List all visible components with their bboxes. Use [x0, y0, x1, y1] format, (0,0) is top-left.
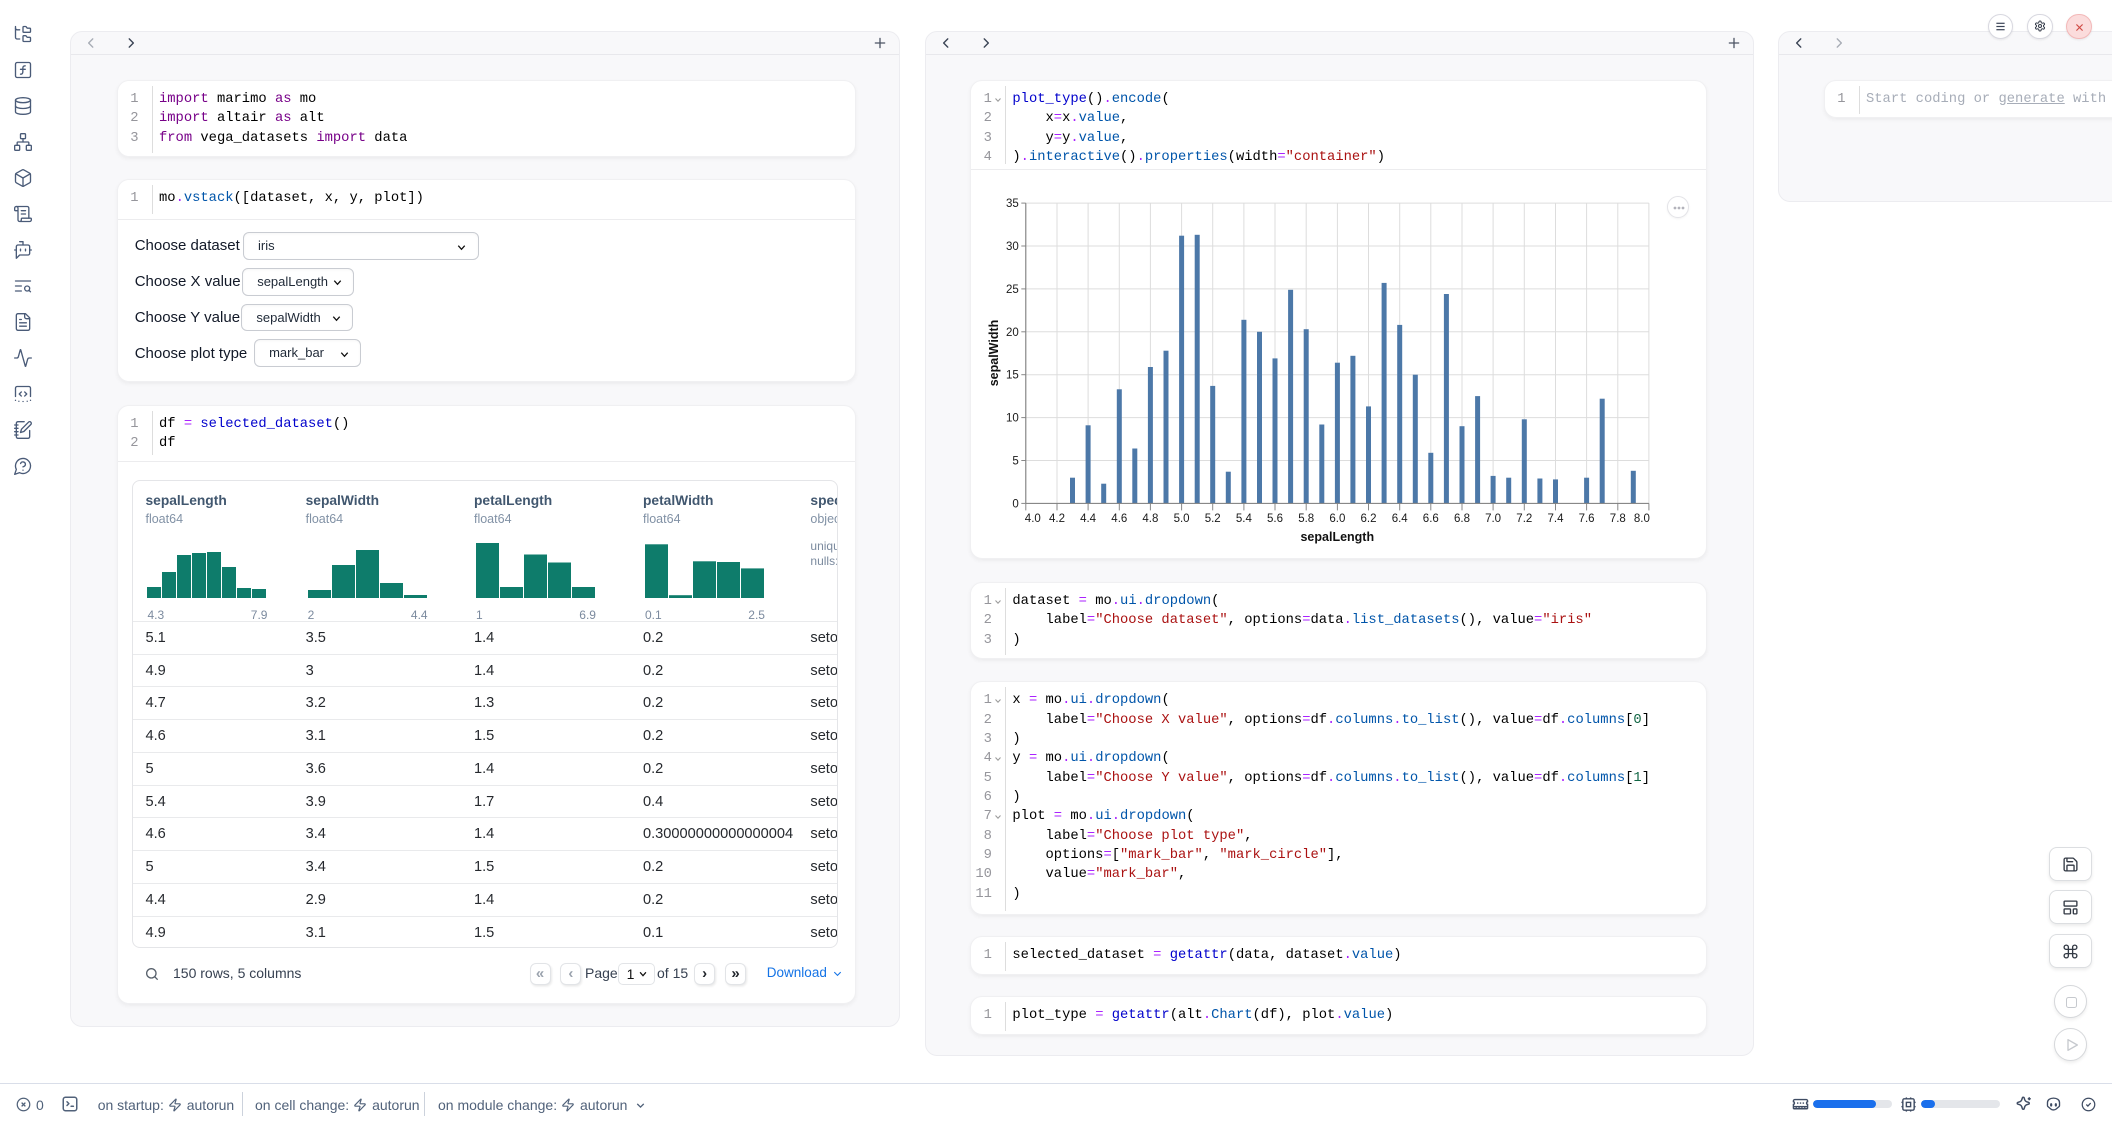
svg-text:6.6: 6.6	[1423, 512, 1439, 524]
svg-text:6.4: 6.4	[1392, 512, 1409, 524]
svg-text:5: 5	[1013, 455, 1019, 467]
svg-text:0: 0	[1013, 498, 1019, 510]
svg-text:10: 10	[1006, 412, 1019, 424]
svg-text:4.2: 4.2	[1049, 512, 1065, 524]
svg-text:30: 30	[1006, 241, 1019, 253]
svg-text:8.0: 8.0	[1634, 512, 1650, 524]
svg-text:7.2: 7.2	[1517, 512, 1533, 524]
svg-text:sepalWidth: sepalWidth	[987, 319, 1001, 386]
svg-text:7.8: 7.8	[1610, 512, 1626, 524]
svg-text:7.6: 7.6	[1579, 512, 1595, 524]
svg-text:6.8: 6.8	[1454, 512, 1470, 524]
svg-text:35: 35	[1006, 198, 1019, 210]
svg-text:sepalLength: sepalLength	[1301, 530, 1375, 544]
svg-text:4.4: 4.4	[1080, 512, 1097, 524]
svg-text:5.6: 5.6	[1267, 512, 1283, 524]
svg-text:15: 15	[1006, 369, 1019, 381]
svg-text:25: 25	[1006, 283, 1019, 295]
svg-text:20: 20	[1006, 326, 1019, 338]
svg-text:5.0: 5.0	[1174, 512, 1190, 524]
svg-text:6.0: 6.0	[1330, 512, 1346, 524]
svg-text:4.8: 4.8	[1143, 512, 1159, 524]
svg-text:5.4: 5.4	[1236, 512, 1253, 524]
svg-text:7.0: 7.0	[1485, 512, 1501, 524]
svg-text:4.6: 4.6	[1112, 512, 1128, 524]
svg-text:4.0: 4.0	[1025, 512, 1041, 524]
svg-text:5.8: 5.8	[1299, 512, 1315, 524]
svg-text:7.4: 7.4	[1548, 512, 1565, 524]
svg-text:5.2: 5.2	[1205, 512, 1221, 524]
svg-text:6.2: 6.2	[1361, 512, 1377, 524]
